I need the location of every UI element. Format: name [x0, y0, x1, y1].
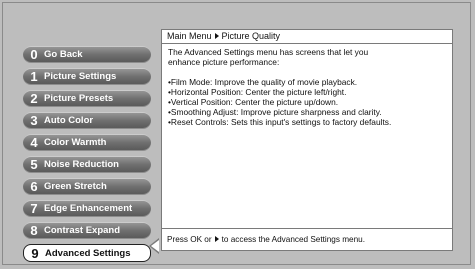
menu-item-number: 4	[30, 134, 38, 150]
menu-item-number: 0	[30, 46, 38, 62]
menu-item-number: 3	[30, 112, 38, 128]
breadcrumb-root: Main Menu	[167, 31, 212, 41]
panel-footer: Press OK or to access the Advanced Settin…	[162, 228, 452, 251]
menu-item-label: Contrast Expand	[44, 224, 121, 236]
menu-item-label: Auto Color	[44, 114, 94, 126]
bullet-item: •Film Mode: Improve the quality of movie…	[168, 77, 358, 87]
bullet-item: •Smoothing Adjust: Improve picture sharp…	[168, 107, 382, 117]
menu-item-picture-presets[interactable]: 2 Picture Presets	[23, 90, 151, 106]
bullet-item: •Horizontal Position: Center the picture…	[168, 87, 347, 97]
bullet-item: •Reset Controls: Sets this input's setti…	[168, 117, 392, 127]
footer-text-pre: Press OK or	[167, 235, 212, 244]
menu-item-label: Picture Presets	[44, 92, 114, 104]
bullet-item: •Vertical Position: Center the picture u…	[168, 97, 339, 107]
breadcrumb-current: Picture Quality	[221, 31, 281, 41]
breadcrumb: Main Menu Picture Quality	[162, 30, 452, 44]
selection-pointer	[151, 240, 159, 252]
right-arrow-icon	[214, 236, 219, 242]
menu-item-label: Advanced Settings	[45, 247, 131, 259]
breadcrumb-arrow-icon	[214, 33, 219, 39]
menu-item-label: Noise Reduction	[44, 158, 119, 170]
panel-description: The Advanced Settings menu has screens t…	[168, 47, 446, 127]
menu-item-label: Green Stretch	[44, 180, 107, 192]
info-panel: Main Menu Picture Quality The Advanced Se…	[161, 29, 453, 251]
menu-item-label: Edge Enhancement	[44, 202, 133, 214]
menu-item-number: 9	[31, 245, 39, 261]
menu-item-label: Color Warmth	[44, 136, 107, 148]
menu-item-number: 2	[30, 90, 38, 106]
menu-item-label: Picture Settings	[44, 70, 117, 82]
intro-line-1: The Advanced Settings menu has screens t…	[168, 47, 369, 57]
menu-item-noise-reduction[interactable]: 5 Noise Reduction	[23, 156, 151, 172]
menu-item-label: Go Back	[44, 48, 83, 60]
intro-line-2: enhance picture performance:	[168, 57, 280, 67]
footer-text-post: to access the Advanced Settings menu.	[221, 235, 365, 244]
menu-item-number: 5	[30, 156, 38, 172]
menu-item-advanced-settings[interactable]: 9 Advanced Settings	[23, 244, 151, 262]
menu-item-number: 6	[30, 178, 38, 194]
menu-item-edge-enhancement[interactable]: 7 Edge Enhancement	[23, 200, 151, 216]
menu-list: 0 Go Back 1 Picture Settings 2 Picture P…	[23, 46, 151, 268]
menu-item-contrast-expand[interactable]: 8 Contrast Expand	[23, 222, 151, 238]
menu-item-green-stretch[interactable]: 6 Green Stretch	[23, 178, 151, 194]
menu-item-number: 8	[30, 222, 38, 238]
menu-item-go-back[interactable]: 0 Go Back	[23, 46, 151, 62]
menu-item-color-warmth[interactable]: 4 Color Warmth	[23, 134, 151, 150]
menu-item-number: 1	[30, 68, 38, 84]
menu-item-auto-color[interactable]: 3 Auto Color	[23, 112, 151, 128]
menu-item-number: 7	[30, 200, 38, 216]
menu-item-picture-settings[interactable]: 1 Picture Settings	[23, 68, 151, 84]
